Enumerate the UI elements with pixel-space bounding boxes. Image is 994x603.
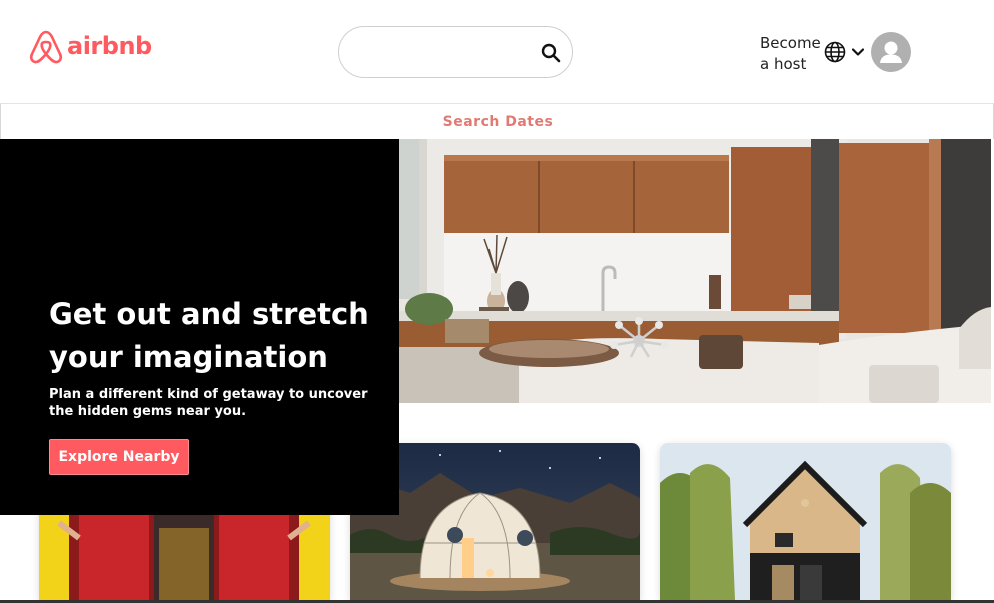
- explore-nearby-button[interactable]: Explore Nearby: [49, 439, 189, 475]
- host-line-1: Become: [760, 34, 821, 52]
- become-host-link[interactable]: Become a host: [760, 33, 821, 75]
- airbnb-logo-icon: [29, 30, 63, 64]
- user-avatar-button[interactable]: [871, 32, 911, 72]
- search-input[interactable]: [357, 39, 537, 65]
- hero-subtitle: Plan a different kind of getaway to unco…: [49, 387, 368, 419]
- card-image-cabin: [660, 443, 951, 600]
- search-dates-bar: Search Dates: [0, 103, 994, 139]
- experience-card-3[interactable]: [660, 443, 951, 600]
- search-bar[interactable]: [338, 26, 573, 78]
- user-avatar-icon: [880, 41, 902, 63]
- hero-title: Get out and stretch your imagination: [49, 293, 379, 379]
- search-icon[interactable]: [541, 43, 561, 63]
- airbnb-logo[interactable]: airbnb: [28, 26, 152, 66]
- logo-wordmark: airbnb: [67, 32, 152, 60]
- host-line-2: a host: [760, 55, 807, 73]
- hero-title-line-1: Get out and stretch: [49, 297, 369, 331]
- search-dates-button[interactable]: Search Dates: [1, 114, 994, 130]
- hero-image: [399, 139, 991, 403]
- hero-title-line-2: your imagination: [49, 340, 328, 374]
- globe-icon[interactable]: [824, 41, 846, 63]
- chevron-down-icon[interactable]: [851, 45, 865, 59]
- top-header: airbnb Become a host: [0, 0, 994, 104]
